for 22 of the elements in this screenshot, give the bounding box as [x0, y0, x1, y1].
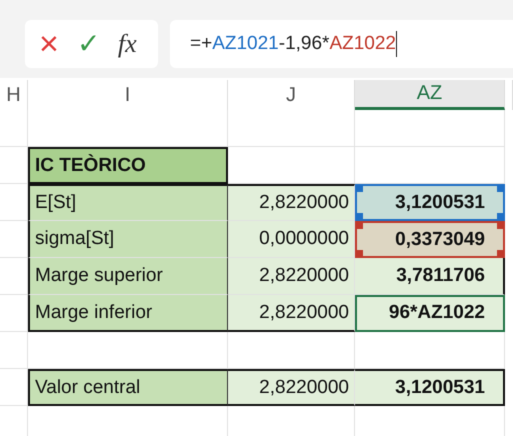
value-cell: 2,8220000 — [228, 258, 355, 295]
label-cell: Valor central — [28, 369, 228, 406]
column-header[interactable]: AZ — [355, 80, 505, 110]
value-cell: 3,1200531 — [355, 184, 505, 221]
value-cell: 2,8220000 — [228, 369, 355, 406]
label-cell: E[St] — [28, 184, 228, 221]
formula-field[interactable]: =+AZ1021-1,96*AZ1022 — [170, 20, 513, 68]
cancel-icon[interactable]: × — [39, 27, 59, 61]
value-cell: 0,3373049 — [355, 221, 505, 258]
value-cell: 2,8220000 — [228, 184, 355, 221]
label-cell: Marge inferior — [28, 295, 228, 332]
value-cell: 0,0000000 — [228, 221, 355, 258]
value-cell: 3,1200531 — [355, 369, 505, 406]
empty-cell — [0, 332, 28, 369]
value-cell: 2,8220000 — [228, 295, 355, 332]
table-title-cell: IC TEÒRICO — [28, 147, 228, 184]
confirm-icon[interactable]: ✓ — [76, 30, 100, 58]
value-cell: 3,7811706 — [355, 258, 505, 295]
insert-function-button[interactable]: fx — [118, 29, 137, 59]
active-cell[interactable]: 96*AZ1022 — [355, 295, 505, 332]
label-cell: Marge superior — [28, 258, 228, 295]
label-cell: sigma[St] — [28, 221, 228, 258]
